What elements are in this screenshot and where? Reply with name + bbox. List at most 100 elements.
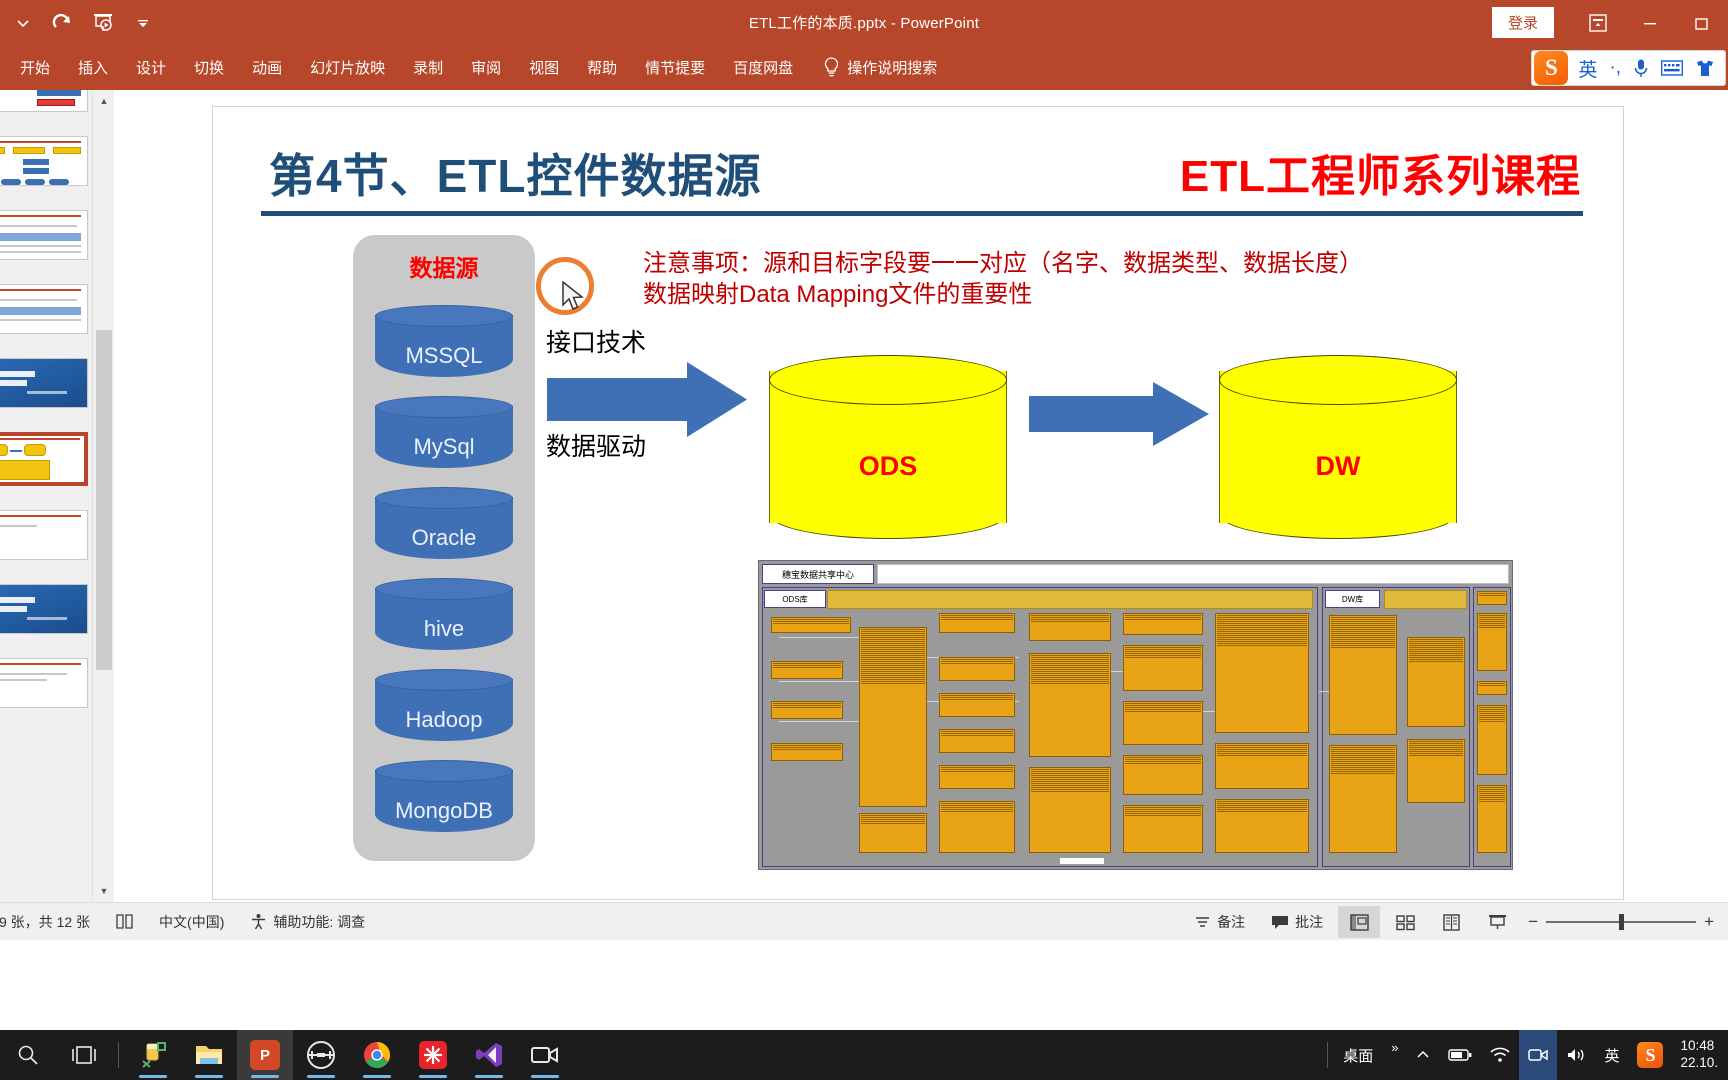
tab-storyboard[interactable]: 情节提要 (631, 51, 719, 84)
show-desktop-label[interactable]: 桌面 (1334, 1030, 1382, 1080)
app-red-icon[interactable] (405, 1030, 461, 1080)
tray-overflow-icon[interactable]: » (1382, 1030, 1407, 1080)
start-presentation-icon[interactable] (84, 4, 122, 42)
sign-in-button[interactable]: 登录 (1491, 7, 1554, 38)
arrow-label-interface[interactable]: 接口技术 (546, 323, 646, 359)
sogou-tray-icon[interactable]: S (1628, 1030, 1672, 1080)
notes-button[interactable]: 备注 (1181, 903, 1258, 941)
er-diagram-image[interactable]: 穗宝数据共享中心 ODS库 DW库 (758, 560, 1513, 870)
restore-icon[interactable] (1676, 0, 1728, 45)
qat-dropdown-icon[interactable] (4, 4, 42, 42)
mouse-cursor-icon (562, 281, 585, 311)
db-cylinder-mysql[interactable]: MySql (375, 396, 513, 476)
tab-slideshow[interactable]: 幻灯片放映 (296, 51, 399, 84)
vscode-icon[interactable] (461, 1030, 517, 1080)
sogou-logo-icon[interactable]: S (1534, 51, 1569, 85)
language-status[interactable]: 中文(中国) (146, 903, 237, 941)
xmind-icon[interactable] (293, 1030, 349, 1080)
slide-thumbnail[interactable] (0, 658, 88, 708)
scroll-down-icon[interactable]: ▼ (93, 880, 115, 902)
view-slide-sorter-button[interactable] (1384, 906, 1426, 938)
tab-transitions[interactable]: 切换 (180, 51, 238, 84)
slide-course-label[interactable]: ETL工程师系列课程 (1180, 140, 1581, 204)
db-cylinder-oracle[interactable]: Oracle (375, 487, 513, 567)
db-cylinder-hive[interactable]: hive (375, 578, 513, 658)
slide-thumbnail[interactable] (0, 210, 88, 260)
er-ods-label: ODS库 (764, 590, 826, 608)
db-cylinder-hadoop[interactable]: Hadoop (375, 669, 513, 749)
task-view-icon[interactable] (56, 1030, 112, 1080)
slide-thumbnail[interactable] (0, 510, 88, 560)
slide-canvas[interactable]: 第4节、ETL控件数据源 ETL工程师系列课程 注意事项：源和目标字段要一一对应… (212, 106, 1624, 900)
slide-thumbnail-panel[interactable] (0, 90, 92, 902)
data-source-panel[interactable]: 数据源 MSSQL MySql Oracle hive Hadoop Mongo… (353, 235, 535, 861)
ods-cylinder[interactable]: ODS (769, 355, 1007, 539)
slide-thumbnail[interactable] (0, 358, 88, 408)
scrollbar-thumb[interactable] (96, 330, 112, 670)
title-bar: ETL工作的本质.pptx - PowerPoint 登录 (0, 0, 1728, 45)
camera-tray-icon[interactable] (1519, 1030, 1558, 1080)
tray-expand-icon[interactable] (1407, 1030, 1439, 1080)
slide-note-text[interactable]: 注意事项：源和目标字段要一一对应（名字、数据类型、数据长度） 数据映射Data … (643, 249, 1363, 310)
tab-baidu-netdisk[interactable]: 百度网盘 (719, 51, 807, 84)
tab-review[interactable]: 审阅 (457, 51, 515, 84)
battery-icon[interactable] (1439, 1030, 1481, 1080)
accessibility-book-icon[interactable] (103, 903, 146, 941)
qat-more-icon[interactable] (124, 4, 162, 42)
slide-thumbnail-selected[interactable] (0, 432, 88, 486)
title-bar-right: 登录 (1491, 0, 1728, 45)
db-cylinder-mongodb[interactable]: MongoDB (375, 760, 513, 840)
ime-voice-icon[interactable] (1627, 58, 1655, 78)
normal-view-icon (1349, 913, 1369, 931)
minimize-icon[interactable] (1624, 0, 1676, 45)
zoom-slider[interactable] (1546, 914, 1697, 930)
slide-thumbnail[interactable] (0, 90, 88, 112)
zoom-in-button[interactable]: + (1704, 912, 1714, 932)
thumbnail-scrollbar[interactable]: ▲ ▼ (92, 90, 115, 902)
wifi-icon[interactable] (1481, 1030, 1519, 1080)
slide-thumbnail[interactable] (0, 136, 88, 186)
ribbon-display-options-icon[interactable] (1572, 0, 1624, 45)
notes-icon (1196, 916, 1210, 927)
zoom-knob[interactable] (1619, 914, 1625, 930)
tell-me-search[interactable]: 操作说明搜索 (823, 57, 937, 78)
ime-keyboard-icon[interactable] (1655, 60, 1689, 76)
zoom-control[interactable]: − + (1520, 912, 1728, 932)
tab-help[interactable]: 帮助 (573, 51, 631, 84)
search-icon[interactable] (0, 1030, 56, 1080)
redo-icon[interactable] (44, 4, 82, 42)
db-cylinder-mssql[interactable]: MSSQL (375, 305, 513, 385)
slide-thumbnail[interactable] (0, 584, 88, 634)
zoom-out-button[interactable]: − (1528, 912, 1538, 932)
ime-skin-icon[interactable] (1689, 59, 1721, 77)
dw-cylinder[interactable]: DW (1219, 355, 1457, 539)
ime-punctuation-icon[interactable]: ·, (1603, 57, 1627, 79)
view-normal-button[interactable] (1338, 906, 1381, 938)
tab-design[interactable]: 设计 (122, 51, 180, 84)
tab-home[interactable]: 开始 (6, 51, 64, 84)
app-red-glyph (419, 1041, 447, 1069)
chrome-icon[interactable] (349, 1030, 405, 1080)
ribbon-tab-bar: 开始 插入 设计 切换 动画 幻灯片放映 录制 审阅 视图 帮助 情节提要 百度… (0, 45, 1728, 90)
file-explorer-icon[interactable] (181, 1030, 237, 1080)
view-reading-button[interactable] (1430, 906, 1472, 938)
tab-animations[interactable]: 动画 (238, 51, 296, 84)
ime-language-label[interactable]: 英 (1572, 55, 1603, 82)
tab-record[interactable]: 录制 (399, 51, 457, 84)
taskbar-clock[interactable]: 10:48 22.10. (1672, 1038, 1728, 1072)
snip-tool-icon[interactable] (125, 1030, 181, 1080)
view-slideshow-button[interactable] (1476, 906, 1518, 938)
slide-title[interactable]: 第4节、ETL控件数据源 (269, 140, 761, 206)
ime-tray-label[interactable]: 英 (1595, 1030, 1628, 1080)
powerpoint-icon[interactable]: P (237, 1030, 293, 1080)
slide-counter[interactable]: 9 张，共 12 张 (0, 903, 103, 941)
slide-thumbnail[interactable] (0, 284, 88, 334)
scroll-up-icon[interactable]: ▲ (93, 90, 115, 112)
accessibility-status[interactable]: 辅助功能: 调查 (237, 903, 378, 941)
comments-button[interactable]: 批注 (1258, 903, 1336, 941)
tab-view[interactable]: 视图 (515, 51, 573, 84)
tab-insert[interactable]: 插入 (64, 51, 122, 84)
volume-icon[interactable] (1557, 1030, 1595, 1080)
camera-recorder-icon[interactable] (517, 1030, 573, 1080)
data-source-title: 数据源 (409, 255, 479, 281)
